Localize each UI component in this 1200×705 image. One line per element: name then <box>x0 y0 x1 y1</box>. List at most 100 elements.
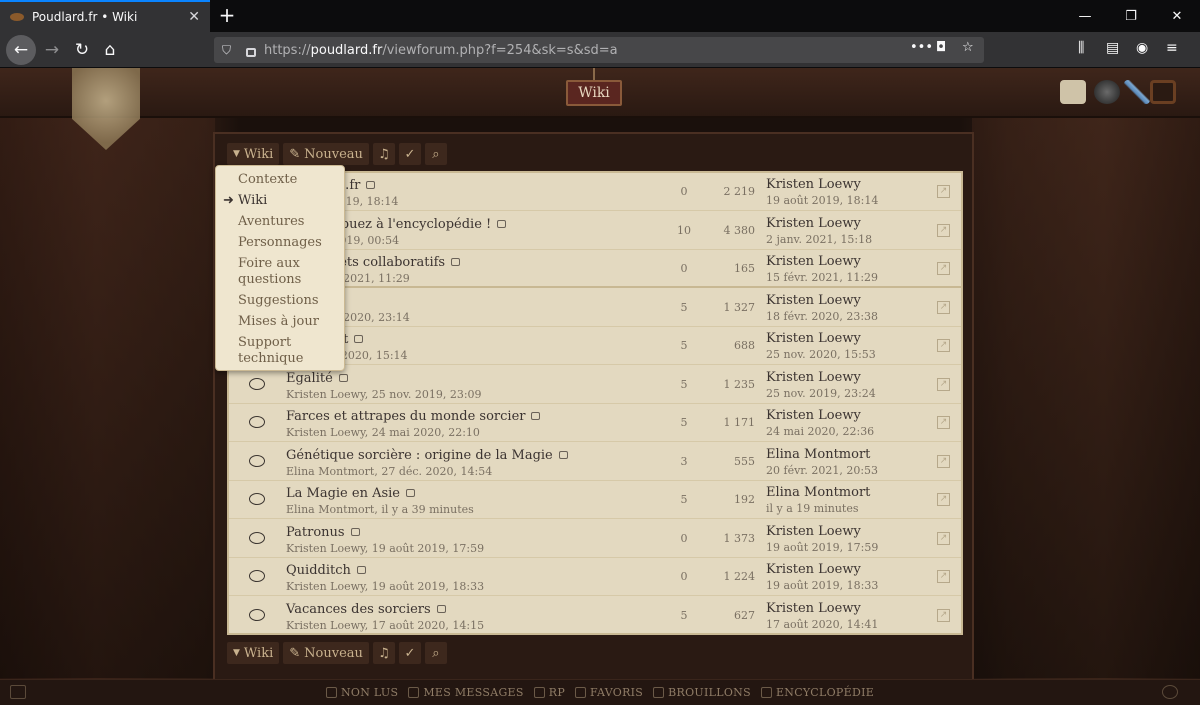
decor-left <box>0 118 215 678</box>
table-row[interactable]: La Magie en Asie Elina Montmort, il y a … <box>229 481 961 519</box>
account-icon[interactable]: ◉ <box>1136 40 1148 56</box>
bottom-nav-label: BROUILLONS <box>668 686 751 699</box>
forum-jump-button[interactable]: ▼ Wiki <box>227 143 280 165</box>
topic-title[interactable]: La Magie en Asie <box>286 486 415 501</box>
reload-button[interactable]: ↻ <box>68 36 96 64</box>
table-row[interactable]: Quidditch Kristen Loewy, 19 août 2019, 1… <box>229 558 961 596</box>
search-icon[interactable] <box>1162 685 1178 699</box>
last-post-author[interactable]: Kristen Loewy <box>766 331 861 346</box>
view-count: 1 373 <box>723 531 756 545</box>
forum-jump-dropdown: Contexte ➜ Wiki Aventures Personnages Foire a… <box>215 165 345 371</box>
tab-active[interactable]: Poudlard.fr • Wiki ✕ <box>0 0 210 32</box>
url-text[interactable]: https://poudlard.fr/viewforum.php?f=254&… <box>264 43 618 58</box>
goto-last-post-icon[interactable]: ↗ <box>937 570 950 583</box>
checkmark-icon[interactable]: ✓ <box>398 143 421 165</box>
goto-last-post-icon[interactable]: ↗ <box>937 262 950 275</box>
topic-title[interactable]: Vacances des sorciers <box>286 602 446 617</box>
search-icon[interactable]: ⌕ <box>424 642 447 664</box>
bottom-nav-item[interactable]: NON LUS <box>325 686 398 699</box>
caret-down-icon: ▼ <box>233 149 240 159</box>
back-button[interactable]: ← <box>6 35 36 65</box>
home-button[interactable]: ⌂ <box>96 36 124 64</box>
table-row[interactable]: Vacances des sorciers Kristen Loewy, 17 … <box>229 597 961 634</box>
bottom-nav-item[interactable]: MES MESSAGES <box>408 686 523 699</box>
new-topic-button[interactable]: ✎ Nouveau <box>283 642 369 664</box>
last-post-author[interactable]: Kristen Loewy <box>766 524 861 539</box>
dropdown-item[interactable]: Mises à jour <box>216 314 326 330</box>
dropdown-item[interactable]: Foire aux questions <box>216 256 326 288</box>
table-row[interactable]: Génétique sorcière : origine de la Magie… <box>229 443 961 481</box>
bottom-nav-item[interactable]: BROUILLONS <box>653 686 751 699</box>
goto-last-post-icon[interactable]: ↗ <box>937 416 950 429</box>
last-post-author[interactable]: Elina Montmort <box>766 485 870 500</box>
checkmark-icon[interactable]: ✓ <box>398 642 421 664</box>
last-post-author[interactable]: Kristen Loewy <box>766 293 861 308</box>
goto-last-post-icon[interactable]: ↗ <box>937 300 950 314</box>
minimize-window-icon[interactable]: — <box>1062 0 1108 32</box>
last-post-author[interactable]: Kristen Loewy <box>766 254 861 269</box>
table-row[interactable]: Egalité Kristen Loewy, 25 nov. 2019, 23:… <box>229 366 961 404</box>
topic-title[interactable]: Farces et attrapes du monde sorcier <box>286 409 541 424</box>
dropdown-item[interactable]: Suggestions <box>216 293 326 309</box>
topic-bubble-icon <box>249 531 265 544</box>
page-actions-menu[interactable]: ••• <box>910 40 933 55</box>
search-icon[interactable]: ⌕ <box>424 143 447 165</box>
bottom-nav-item[interactable]: FAVORIS <box>575 686 643 699</box>
lock-icon[interactable] <box>246 47 256 57</box>
pocket-icon[interactable]: ◘ <box>936 40 946 55</box>
url-bar[interactable]: ⛉ https://poudlard.fr/viewforum.php?f=25… <box>214 37 984 63</box>
goto-last-post-icon[interactable]: ↗ <box>937 608 950 622</box>
close-tab-icon[interactable]: ✕ <box>188 9 200 25</box>
dropdown-item[interactable]: ➜ Wiki <box>216 193 326 209</box>
close-window-icon[interactable]: ✕ <box>1154 0 1200 32</box>
lock-icon <box>356 566 366 574</box>
table-row[interactable]: Patronus Kristen Loewy, 19 août 2019, 17… <box>229 520 961 558</box>
goto-last-post-icon[interactable]: ↗ <box>937 531 950 545</box>
goto-last-post-icon[interactable]: ↗ <box>937 454 950 468</box>
dropdown-item[interactable]: Aventures <box>216 214 326 230</box>
last-post-author[interactable]: Kristen Loewy <box>766 408 861 423</box>
new-tab-button[interactable]: + <box>216 4 238 26</box>
bottom-nav-item[interactable]: ENCYCLOPÉDIE <box>760 686 874 699</box>
sidebar-icon[interactable]: ▤ <box>1106 40 1119 56</box>
bell-icon[interactable]: ♫ <box>372 143 395 165</box>
tracking-protection-icon[interactable]: ⛉ <box>222 43 236 58</box>
bottom-nav-item[interactable]: RP <box>533 686 565 699</box>
dropdown-item[interactable]: Contexte <box>216 172 326 188</box>
last-post-author[interactable]: Elina Montmort <box>766 447 870 462</box>
lock-icon <box>338 373 348 382</box>
dropdown-item[interactable]: Personnages <box>216 235 326 251</box>
last-post-author[interactable]: Kristen Loewy <box>766 562 861 577</box>
table-row[interactable]: Farces et attrapes du monde sorcier Kris… <box>229 404 961 442</box>
last-post-author[interactable]: Kristen Loewy <box>766 370 861 385</box>
envelope-icon[interactable] <box>1060 80 1086 104</box>
chat-icon[interactable] <box>10 685 26 699</box>
crystal-ball-icon[interactable] <box>1094 80 1120 104</box>
last-post-author[interactable]: Kristen Loewy <box>766 216 861 231</box>
forum-jump-button[interactable]: ▼ Wiki <box>227 642 280 664</box>
topic-title[interactable]: Patronus <box>286 525 360 540</box>
goto-last-post-icon[interactable]: ↗ <box>937 185 950 198</box>
forward-button[interactable]: → <box>38 36 66 64</box>
topic-bubble-icon <box>249 454 265 467</box>
portrait-avatar[interactable] <box>1150 80 1176 104</box>
quill-icon[interactable] <box>1124 80 1150 104</box>
dropdown-item[interactable]: Support technique <box>216 335 326 367</box>
goto-last-post-icon[interactable]: ↗ <box>937 377 950 391</box>
reply-count: 5 <box>680 493 688 506</box>
restore-window-icon[interactable]: ❐ <box>1108 0 1154 32</box>
library-icon[interactable]: ⫼ <box>1078 40 1084 56</box>
goto-last-post-icon[interactable]: ↗ <box>937 493 950 506</box>
new-topic-button[interactable]: ✎ Nouveau <box>283 143 369 165</box>
bell-icon[interactable]: ♫ <box>372 642 395 664</box>
menu-icon[interactable]: ≡ <box>1166 40 1178 56</box>
goto-last-post-icon[interactable]: ↗ <box>937 223 950 237</box>
topic-title[interactable]: Quidditch <box>286 563 366 578</box>
bookmark-star-icon[interactable]: ☆ <box>962 40 974 55</box>
topic-title[interactable]: Génétique sorcière : origine de la Magie <box>286 448 568 463</box>
topic-title[interactable]: Egalité <box>286 371 348 386</box>
last-post-author[interactable]: Kristen Loewy <box>766 177 861 192</box>
topic-meta: Kristen Loewy, 25 nov. 2019, 23:09 <box>286 387 482 401</box>
goto-last-post-icon[interactable]: ↗ <box>937 339 950 352</box>
last-post-author[interactable]: Kristen Loewy <box>766 601 861 616</box>
